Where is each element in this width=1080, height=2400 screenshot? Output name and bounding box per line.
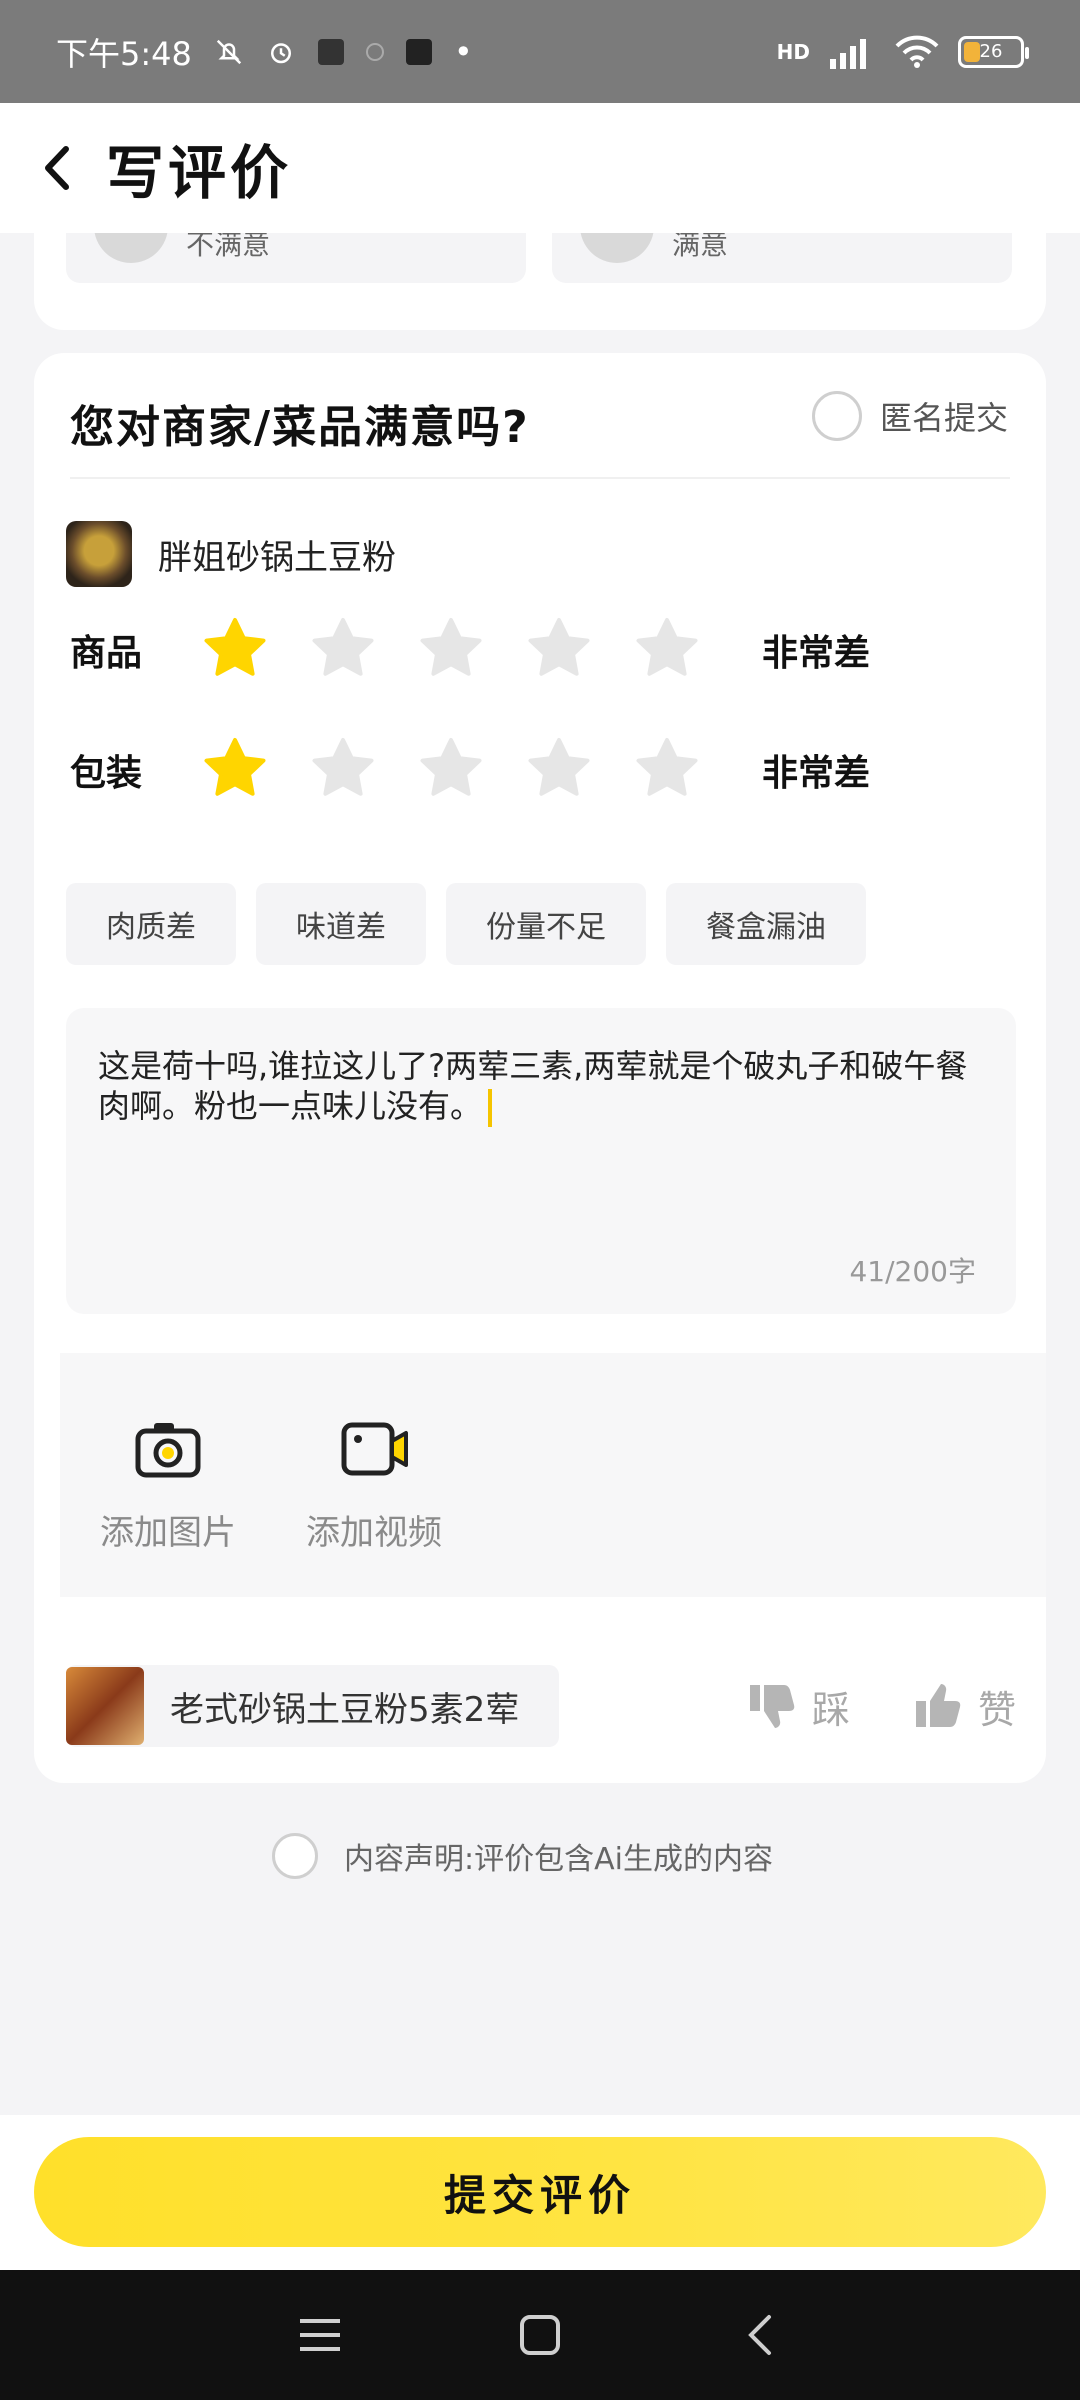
star-filled-icon[interactable] — [200, 735, 270, 805]
signal-icon — [830, 38, 866, 69]
home-square-icon — [520, 2315, 560, 2355]
sad-face-icon — [94, 233, 168, 263]
review-text-input[interactable]: 这是荷十吗,谁拉这儿了?两荤三素,两荤就是个破丸子和破午餐肉啊。粉也一点味儿没有… — [66, 1008, 1016, 1314]
status-bar: 下午5:48 • HD 26 — [0, 0, 1080, 103]
statement-text: 内容声明:评价包含Ai生成的内容 — [344, 1842, 773, 1877]
star-empty-icon[interactable] — [632, 615, 702, 685]
more-notifications-icon: • — [453, 32, 473, 71]
rating-row-product: 商品 非常差 — [70, 615, 870, 685]
review-text: 这是荷十吗,谁拉这儿了?两荤三素,两荤就是个破丸子和破午餐肉啊。粉也一点味儿没有… — [98, 1047, 968, 1125]
thumbs-up-icon — [915, 1684, 961, 1727]
feedback-tags: 肉质差 味道差 份量不足 餐盒漏油 — [66, 883, 866, 965]
statement-radio[interactable] — [272, 1833, 318, 1879]
network-label: HD — [776, 39, 810, 64]
video-camera-icon — [341, 1422, 408, 1476]
wifi-icon — [895, 35, 939, 68]
rating-verdict: 非常差 — [762, 753, 871, 794]
happy-face-icon — [580, 233, 654, 263]
thumbs-down-icon — [749, 1685, 795, 1728]
like-button[interactable]: 赞 — [910, 1679, 1016, 1734]
dish-info: 胖姐砂锅土豆粉 — [66, 521, 396, 587]
alarm-icon — [270, 42, 291, 63]
feedback-tag[interactable]: 肉质差 — [66, 883, 236, 965]
divider — [70, 477, 1010, 479]
star-empty-icon[interactable] — [416, 615, 486, 685]
camera-icon — [135, 1423, 201, 1478]
anonymous-label: 匿名提交 — [879, 399, 1008, 437]
app-notification-icon — [405, 38, 432, 65]
satisfied-option[interactable]: 满意 — [552, 233, 1012, 283]
media-upload-area: 添加图片 添加视频 — [60, 1353, 1046, 1597]
feedback-tag[interactable]: 份量不足 — [446, 883, 646, 965]
ai-suggestion-text: 老式砂锅土豆粉5素2荤 — [170, 1689, 520, 1730]
dissatisfied-option[interactable]: 不满意 — [66, 233, 526, 283]
ai-content-statement[interactable]: 内容声明:评价包含Ai生成的内容 — [272, 1833, 773, 1879]
like-label: 赞 — [977, 1687, 1016, 1732]
star-rating-product[interactable] — [200, 615, 702, 685]
star-empty-icon[interactable] — [632, 735, 702, 805]
mute-bell-icon — [216, 39, 242, 64]
menu-nav-button[interactable] — [290, 2305, 350, 2365]
dish-name: 胖姐砂锅土豆粉 — [158, 537, 396, 578]
bottom-action-bar: 提交评价 — [0, 2115, 1080, 2270]
submit-review-button[interactable]: 提交评价 — [34, 2137, 1046, 2247]
anonymous-toggle[interactable]: 匿名提交 — [811, 391, 1008, 441]
satisfaction-question: 您对商家/菜品满意吗? — [70, 402, 530, 453]
feedback-tag[interactable]: 餐盒漏油 — [666, 883, 866, 965]
back-nav-button[interactable] — [730, 2305, 790, 2365]
back-triangle-icon — [748, 2315, 771, 2355]
ai-suggestion-chip[interactable]: 老式砂锅土豆粉5素2荤 — [66, 1665, 560, 1747]
rating-label: 商品 — [70, 633, 143, 674]
back-button[interactable] — [30, 140, 86, 196]
add-video-label: 添加视频 — [306, 1513, 442, 1553]
review-card: 您对商家/菜品满意吗? 匿名提交 胖姐砂锅土豆粉 商品 非常差 包装 非常差 肉… — [34, 353, 1046, 1783]
star-rating-packaging[interactable] — [200, 735, 702, 805]
menu-icon — [300, 2319, 340, 2351]
dish-thumbnail — [66, 521, 132, 587]
star-empty-icon[interactable] — [524, 735, 594, 805]
anonymous-radio[interactable] — [811, 391, 862, 441]
home-nav-button[interactable] — [510, 2305, 570, 2365]
system-navigation-bar — [0, 2270, 1080, 2400]
add-photo-button[interactable]: 添加图片 — [100, 1413, 236, 1597]
overall-satisfaction-card: 不满意 满意 — [34, 233, 1046, 330]
battery-icon: 26 — [958, 35, 1029, 68]
text-caret — [488, 1089, 493, 1127]
character-counter: 41/200字 — [849, 1255, 976, 1288]
page-header: 写评价 — [0, 103, 1080, 233]
star-filled-icon[interactable] — [200, 615, 270, 685]
rating-label: 包装 — [70, 753, 143, 794]
dislike-label: 踩 — [811, 1687, 850, 1732]
star-empty-icon[interactable] — [524, 615, 594, 685]
add-video-button[interactable]: 添加视频 — [306, 1413, 442, 1597]
add-photo-label: 添加图片 — [100, 1513, 236, 1553]
rating-row-packaging: 包装 非常差 — [70, 735, 870, 805]
app-notification-icon — [317, 38, 344, 65]
star-empty-icon[interactable] — [308, 615, 378, 685]
star-empty-icon[interactable] — [416, 735, 486, 805]
reaction-buttons: 踩 赞 — [744, 1679, 1016, 1734]
feedback-tag[interactable]: 味道差 — [256, 883, 426, 965]
star-empty-icon[interactable] — [308, 735, 378, 805]
ai-suggestion-row: 老式砂锅土豆粉5素2荤 踩 赞 — [66, 1665, 1016, 1747]
page-title: 写评价 — [106, 139, 293, 207]
rating-verdict: 非常差 — [762, 633, 871, 674]
scroll-content[interactable]: 不满意 满意 您对商家/菜品满意吗? 匿名提交 胖姐砂锅土豆粉 商品 非常差 包… — [0, 233, 1080, 2115]
chevron-left-icon — [45, 146, 69, 190]
status-time: 下午5:48 — [56, 34, 192, 73]
dislike-button[interactable]: 踩 — [744, 1679, 850, 1734]
app-notification-icon — [365, 42, 384, 61]
ai-suggestion-thumbnail — [66, 1667, 144, 1745]
